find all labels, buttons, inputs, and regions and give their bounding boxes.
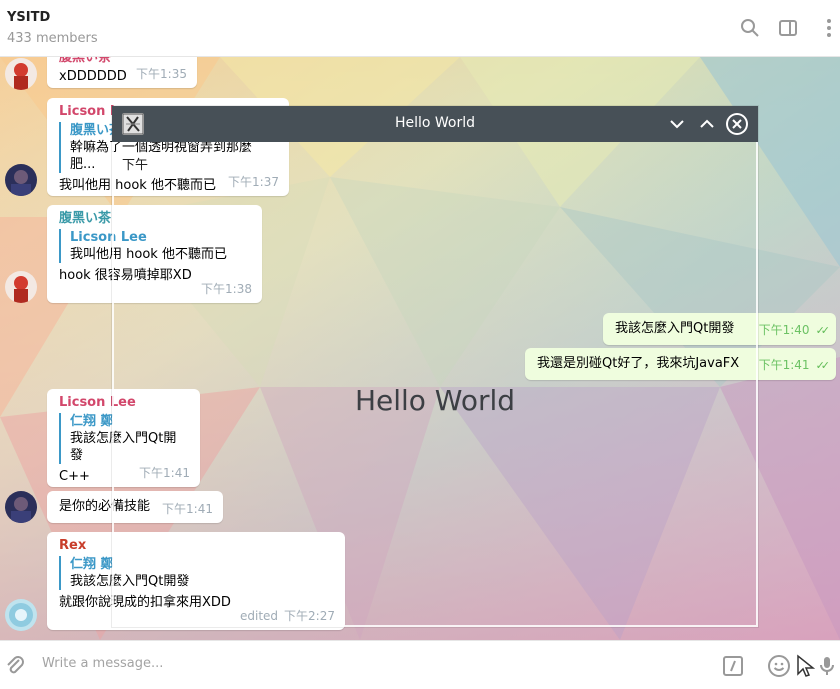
- message-input[interactable]: Write a message...: [42, 656, 682, 671]
- maximize-chevron-up-icon[interactable]: [695, 112, 719, 136]
- window-titlebar[interactable]: Hello World: [112, 106, 758, 142]
- close-icon[interactable]: [725, 112, 749, 136]
- avatar[interactable]: [5, 58, 37, 90]
- microphone-icon[interactable]: [815, 654, 839, 678]
- avatar[interactable]: [5, 164, 37, 196]
- message-time: 下午1:35: [136, 67, 187, 81]
- window-text-fragment: 下午: [122, 158, 149, 173]
- attach-icon[interactable]: [3, 654, 27, 678]
- message-time: 下午1:40 ✓✓: [758, 323, 831, 337]
- command-icon[interactable]: [721, 654, 745, 678]
- avatar[interactable]: [5, 491, 37, 523]
- chat-header: YSITD 433 members: [0, 0, 840, 57]
- sidebar-toggle-icon[interactable]: [777, 17, 799, 39]
- search-icon[interactable]: [739, 17, 761, 39]
- avatar[interactable]: [5, 271, 37, 303]
- member-count[interactable]: 433 members: [7, 31, 98, 46]
- read-checkmark-icon: ✓✓: [815, 359, 831, 372]
- message-time: 下午1:41 ✓✓: [758, 358, 831, 372]
- read-checkmark-icon: ✓✓: [815, 324, 831, 337]
- hello-world-window[interactable]: Hello World 下午 Hello World: [112, 106, 758, 627]
- message-composer: Write a message...: [0, 640, 840, 689]
- more-icon[interactable]: [818, 17, 840, 39]
- chat-title[interactable]: YSITD: [7, 10, 50, 25]
- window-title: Hello World: [394, 115, 476, 131]
- hello-world-label: Hello World: [354, 384, 516, 417]
- avatar[interactable]: [5, 599, 37, 631]
- emoji-icon[interactable]: [767, 654, 791, 678]
- minimize-chevron-down-icon[interactable]: [665, 112, 689, 136]
